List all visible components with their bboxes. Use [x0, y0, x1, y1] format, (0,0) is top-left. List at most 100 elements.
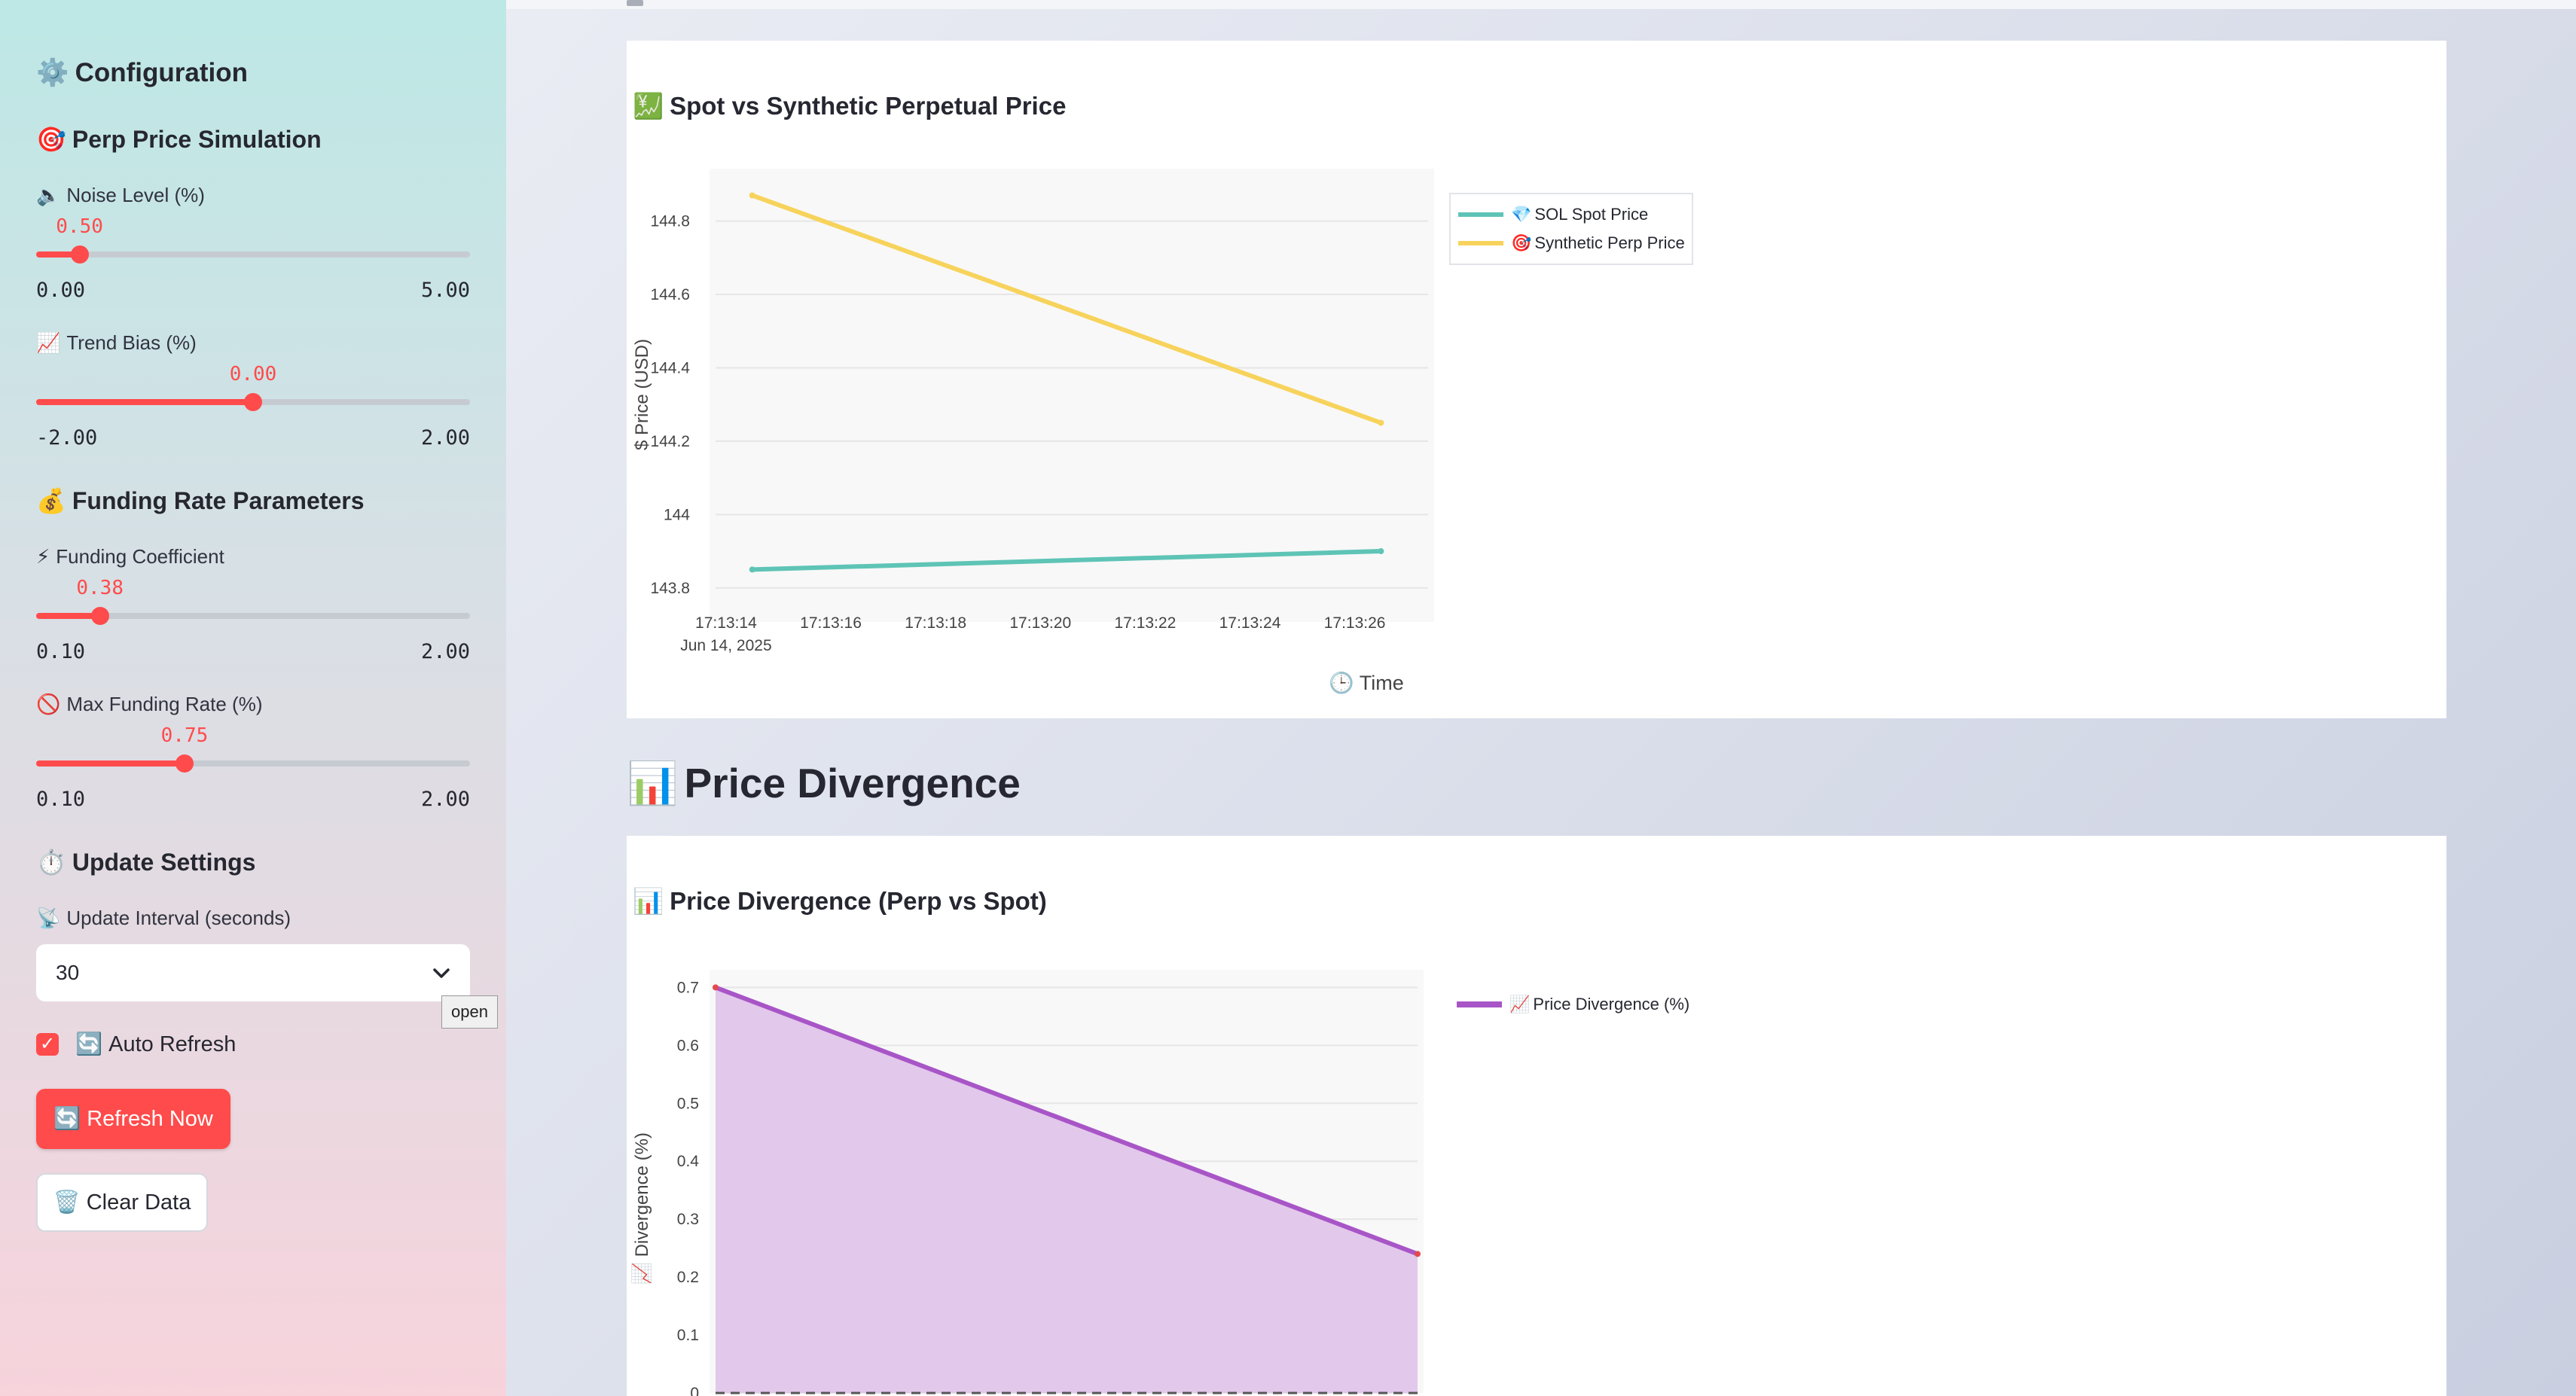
noise-level-slider[interactable]: 0.50 0.00 5.00: [36, 215, 470, 306]
y-tick-label: 144.2: [650, 433, 690, 450]
sidebar: ⚙️ Configuration 🎯 Perp Price Simulation 🔈…: [0, 0, 506, 1396]
trend-bias-label: 📈 Trend Bias (%): [36, 331, 197, 354]
slider-value: 0.50: [56, 215, 103, 238]
legend-swatch: [1458, 212, 1503, 217]
x-axis-label: 🕒 Time: [1329, 671, 1404, 694]
funding-coefficient-label: ⚡ Funding Coefficient: [36, 545, 224, 568]
bar-chart-icon: 📊: [627, 760, 679, 806]
data-point: [1415, 1251, 1421, 1257]
slider-value: 0.38: [76, 577, 124, 599]
x-tick-sublabel: Jun 14, 2025: [680, 637, 771, 654]
gem-icon: 💎: [1511, 205, 1532, 224]
legend-swatch: [1458, 241, 1503, 245]
slider-min: 0.10: [36, 640, 86, 663]
data-point: [749, 192, 755, 199]
auto-refresh-toggle[interactable]: ✓ 🔄 Auto Refresh: [36, 1032, 236, 1057]
y-tick-label: 0.6: [677, 1037, 699, 1054]
price-divergence-plot[interactable]: 0 0.1 0.2 0.3 0.4 0.5 0.6 0.7 📈 Divergence (%): [627, 836, 2446, 1396]
y-tick-label: 0.7: [677, 979, 699, 996]
slider-thumb[interactable]: [175, 754, 194, 773]
speaker-icon: 🔈: [36, 184, 61, 206]
refresh-icon: 🔄: [75, 1032, 103, 1056]
money-bag-icon: 💰: [36, 487, 66, 514]
chevron-down-icon[interactable]: [432, 962, 450, 985]
y-tick-label: 144.6: [650, 286, 690, 303]
satellite-antenna-icon: 📡: [36, 907, 61, 929]
max-funding-rate-slider[interactable]: 0.75 0.10 2.00: [36, 724, 470, 815]
legend-swatch: [1457, 1001, 1502, 1007]
top-scroll-edge: [506, 0, 2576, 9]
clear-data-label: Clear Data: [86, 1190, 191, 1215]
legend-label: SOL Spot Price: [1534, 205, 1649, 224]
update-interval-label: 📡 Update Interval (seconds): [36, 907, 291, 929]
chart-legend: 💎 SOL Spot Price 🎯 Synthetic Perp Price: [1449, 193, 1693, 265]
wastebasket-icon: 🗑️: [53, 1190, 81, 1215]
spot-vs-perp-chart-panel: 💹 Spot vs Synthetic Perpetual Price 143.8…: [627, 41, 2446, 718]
spot-vs-perp-plot[interactable]: 143.8 144 144.2 144.4 144.6 144.8 17:13:14 17:1…: [627, 41, 2446, 718]
slider-fill: [36, 760, 185, 767]
slider-value: 0.00: [229, 363, 277, 386]
data-point: [1378, 548, 1384, 555]
target-icon: 🎯: [36, 126, 66, 153]
slider-thumb[interactable]: [90, 607, 109, 625]
refresh-now-label: Refresh Now: [87, 1106, 213, 1131]
slider-thumb[interactable]: [244, 393, 262, 411]
x-tick-label: 17:13:22: [1115, 614, 1177, 632]
slider-min: 0.00: [36, 279, 86, 302]
price-divergence-heading: 📊 Price Divergence: [627, 760, 1021, 806]
refresh-icon: 🔄: [53, 1107, 81, 1131]
stopwatch-icon: ⏱️: [36, 849, 66, 876]
y-tick-label: 144.8: [650, 213, 690, 230]
slider-thumb[interactable]: [70, 245, 89, 264]
update-settings-heading: ⏱️ Update Settings: [36, 849, 256, 876]
slider-value: 0.75: [160, 724, 209, 747]
y-tick-label: 143.8: [650, 580, 690, 597]
max-funding-rate-label: 🚫 Max Funding Rate (%): [36, 693, 263, 715]
slider-max: 5.00: [420, 279, 470, 302]
x-tick-label: 17:13:26: [1324, 614, 1386, 632]
x-tick-label: 17:13:20: [1009, 614, 1071, 632]
legend-label: Price Divergence (%): [1533, 995, 1690, 1013]
y-tick-label: 0: [690, 1385, 699, 1396]
gear-icon: ⚙️: [36, 58, 69, 87]
funding-coefficient-slider[interactable]: 0.38 0.10 2.00: [36, 577, 470, 667]
x-tick-label: 17:13:14: [695, 614, 757, 632]
y-axis-label: $ Price (USD): [632, 339, 652, 450]
price-divergence-chart-panel: 📊 Price Divergence (Perp vs Spot) 0 0.1 0.2…: [627, 836, 2446, 1396]
chart-increasing-icon: 📈: [1509, 995, 1531, 1013]
legend-item-perp[interactable]: 🎯 Synthetic Perp Price: [1451, 229, 1692, 258]
y-tick-label: 0.3: [677, 1211, 699, 1228]
x-tick-label: 17:13:24: [1219, 614, 1281, 632]
y-axis-label: 📈 Divergence (%): [631, 1132, 652, 1285]
select-tooltip: open: [441, 995, 498, 1029]
slider-min: -2.00: [36, 426, 98, 450]
legend-item-divergence[interactable]: 📈 Price Divergence (%): [1449, 990, 1693, 1019]
slider-track[interactable]: [36, 251, 470, 258]
data-point: [749, 566, 755, 573]
select-value: 30: [56, 961, 80, 984]
slider-max: 2.00: [420, 426, 470, 450]
funding-rate-heading: 💰 Funding Rate Parameters: [36, 487, 365, 514]
slider-max: 2.00: [420, 788, 470, 811]
trend-bias-slider[interactable]: 0.00 -2.00 2.00: [36, 363, 470, 453]
update-interval-select[interactable]: 30: [36, 944, 470, 1001]
auto-refresh-label: Auto Refresh: [108, 1032, 237, 1056]
configuration-heading: ⚙️ Configuration: [36, 58, 248, 87]
slider-min: 0.10: [36, 788, 86, 811]
chart-increasing-icon: 📈: [36, 331, 61, 354]
clipped-heading-icon: [627, 0, 672, 9]
x-tick-label: 17:13:16: [800, 614, 862, 632]
refresh-now-button[interactable]: 🔄 Refresh Now: [36, 1089, 230, 1149]
slider-fill: [36, 399, 253, 405]
clear-data-button[interactable]: 🗑️ Clear Data: [36, 1173, 208, 1232]
slider-max: 2.00: [420, 640, 470, 663]
legend-label: Synthetic Perp Price: [1534, 233, 1685, 252]
chart-legend: 📈 Price Divergence (%): [1449, 988, 1693, 1023]
y-tick-label: 0.2: [677, 1269, 699, 1286]
perp-simulation-heading: 🎯 Perp Price Simulation: [36, 126, 322, 153]
y-tick-label: 0.4: [677, 1153, 700, 1170]
lightning-icon: ⚡: [36, 545, 50, 568]
legend-item-spot[interactable]: 💎 SOL Spot Price: [1451, 200, 1692, 229]
auto-refresh-checkbox[interactable]: ✓: [36, 1033, 59, 1056]
y-tick-label: 144.4: [650, 359, 690, 376]
